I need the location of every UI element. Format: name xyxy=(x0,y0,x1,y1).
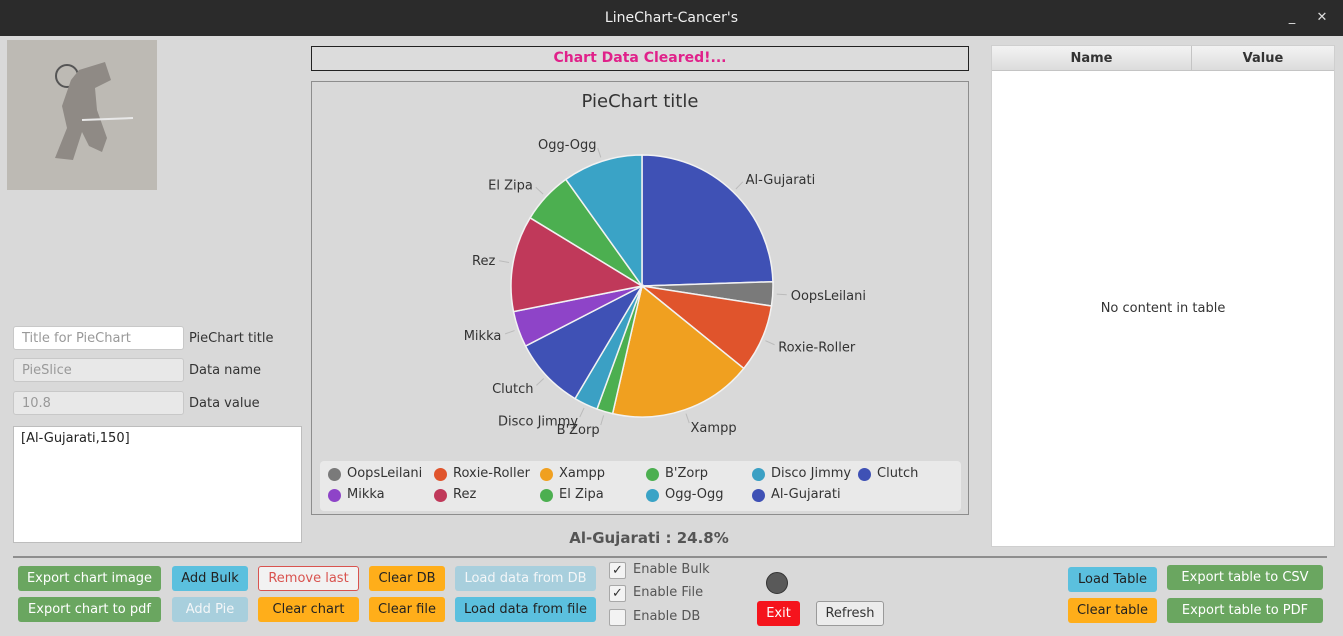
export-table-pdf-button[interactable]: Export table to PDF xyxy=(1167,598,1323,623)
clear-chart-button[interactable]: Clear chart xyxy=(258,597,359,622)
slice-label-line xyxy=(765,340,775,346)
legend-label: B'Zorp xyxy=(665,466,708,481)
divider xyxy=(13,556,1327,558)
chart-legend: OopsLeilani Roxie-Roller Xampp B'Zorp Disco … xyxy=(320,461,961,511)
slice-label-line xyxy=(597,147,602,158)
slice-label-line xyxy=(579,407,585,418)
slice-label: El Zipa xyxy=(488,179,533,194)
pie-chart-panel: PieChart title Al-Gujarati OopsLeilani Rox… xyxy=(311,81,969,515)
legend-dot-icon xyxy=(752,468,765,481)
checkbox-box[interactable] xyxy=(609,609,626,626)
slice-label: Mikka xyxy=(464,329,502,344)
status-message: Chart Data Cleared!... xyxy=(311,46,969,71)
slice-label-line xyxy=(600,415,605,426)
slice-label-line xyxy=(776,293,787,296)
legend-dot-icon xyxy=(434,468,447,481)
checkbox-label: Enable Bulk xyxy=(633,562,710,577)
status-indicator-icon xyxy=(766,572,788,594)
checkbox-label: Enable DB xyxy=(633,609,701,624)
column-header-value[interactable]: Value xyxy=(1192,46,1334,71)
export-table-csv-button[interactable]: Export table to CSV xyxy=(1167,565,1323,590)
close-icon[interactable]: ✕ xyxy=(1313,9,1331,27)
legend-dot-icon xyxy=(752,489,765,502)
legend-label: Roxie-Roller xyxy=(453,466,530,481)
data-name-input[interactable]: PieSlice xyxy=(13,358,184,382)
clear-table-button[interactable]: Clear table xyxy=(1068,598,1157,623)
chart-title: PieChart title xyxy=(582,91,699,112)
window-title: LineChart-Cancer's xyxy=(604,10,739,26)
thumbnail-image xyxy=(7,40,157,190)
slice-label-line xyxy=(536,378,545,386)
add-pie-button[interactable]: Add Pie xyxy=(172,597,248,622)
legend-label: Ogg-Ogg xyxy=(665,487,724,502)
legend-dot-icon xyxy=(434,489,447,502)
export-chart-image-button[interactable]: Export chart image xyxy=(18,566,161,591)
legend-dot-icon xyxy=(858,468,871,481)
load-from-db-button[interactable]: Load data from DB xyxy=(455,566,596,591)
window-titlebar: LineChart-Cancer's _ ✕ xyxy=(0,0,1343,36)
slice-label-line xyxy=(499,260,510,263)
slice-label: Clutch xyxy=(492,382,533,397)
legend-label: Mikka xyxy=(347,487,385,502)
slice-label: OopsLeilani xyxy=(791,289,866,304)
legend-label: OopsLeilani xyxy=(347,466,423,481)
slice-label: Ogg-Ogg xyxy=(538,138,597,153)
exit-button[interactable]: Exit xyxy=(757,601,800,626)
title-input[interactable]: Title for PieChart xyxy=(13,326,184,350)
title-label: PieChart title xyxy=(189,331,274,346)
legend-label: Al-Gujarati xyxy=(771,487,841,502)
legend-label: Rez xyxy=(453,487,477,502)
remove-last-button[interactable]: Remove last xyxy=(258,566,359,591)
clear-file-button[interactable]: Clear file xyxy=(369,597,445,622)
checkbox-label: Enable File xyxy=(633,585,704,600)
legend-dot-icon xyxy=(328,489,341,502)
slice-label-line xyxy=(735,181,744,190)
slice-label: Disco Jimmy xyxy=(498,415,578,430)
legend-label: Xampp xyxy=(559,466,606,481)
data-value-input[interactable]: 10.8 xyxy=(13,391,184,415)
slice-label-line xyxy=(685,413,690,424)
legend-label: El Zipa xyxy=(559,487,604,502)
slice-label: Xampp xyxy=(691,421,737,436)
bulk-textarea[interactable]: [Al-Gujarati,150] xyxy=(13,426,302,543)
pie-chart: PieChart title Al-Gujarati OopsLeilani Rox… xyxy=(464,91,866,438)
keychain-image xyxy=(7,40,157,190)
legend-label: Disco Jimmy xyxy=(771,466,852,481)
export-chart-pdf-button[interactable]: Export chart to pdf xyxy=(18,597,161,622)
legend-dot-icon xyxy=(540,489,553,502)
add-bulk-button[interactable]: Add Bulk xyxy=(172,566,248,591)
data-table[interactable]: Name Value No content in table xyxy=(991,45,1335,547)
data-value-label: Data value xyxy=(189,396,260,411)
minimize-icon[interactable]: _ xyxy=(1283,9,1301,27)
refresh-button[interactable]: Refresh xyxy=(816,601,884,626)
slice-label: Al-Gujarati xyxy=(746,173,816,188)
table-empty-message: No content in table xyxy=(1100,301,1226,316)
legend-dot-icon xyxy=(540,468,553,481)
slice-label: Roxie-Roller xyxy=(778,340,856,355)
clear-db-button[interactable]: Clear DB xyxy=(369,566,445,591)
legend-dot-icon xyxy=(646,489,659,502)
checkbox-box[interactable]: ✓ xyxy=(609,585,626,602)
slice-label-line xyxy=(504,330,515,335)
slice-label-line xyxy=(535,186,544,195)
load-table-button[interactable]: Load Table xyxy=(1068,567,1157,592)
load-from-file-button[interactable]: Load data from file xyxy=(455,597,596,622)
data-name-label: Data name xyxy=(189,363,262,378)
legend-dot-icon xyxy=(328,468,341,481)
slice-caption: Al-Gujarati : 24.8% xyxy=(569,529,729,547)
column-header-name[interactable]: Name xyxy=(992,46,1192,71)
slice-label: Rez xyxy=(472,254,495,269)
checkbox-box[interactable]: ✓ xyxy=(609,562,626,579)
legend-label: Clutch xyxy=(877,466,919,481)
legend-dot-icon xyxy=(646,468,659,481)
